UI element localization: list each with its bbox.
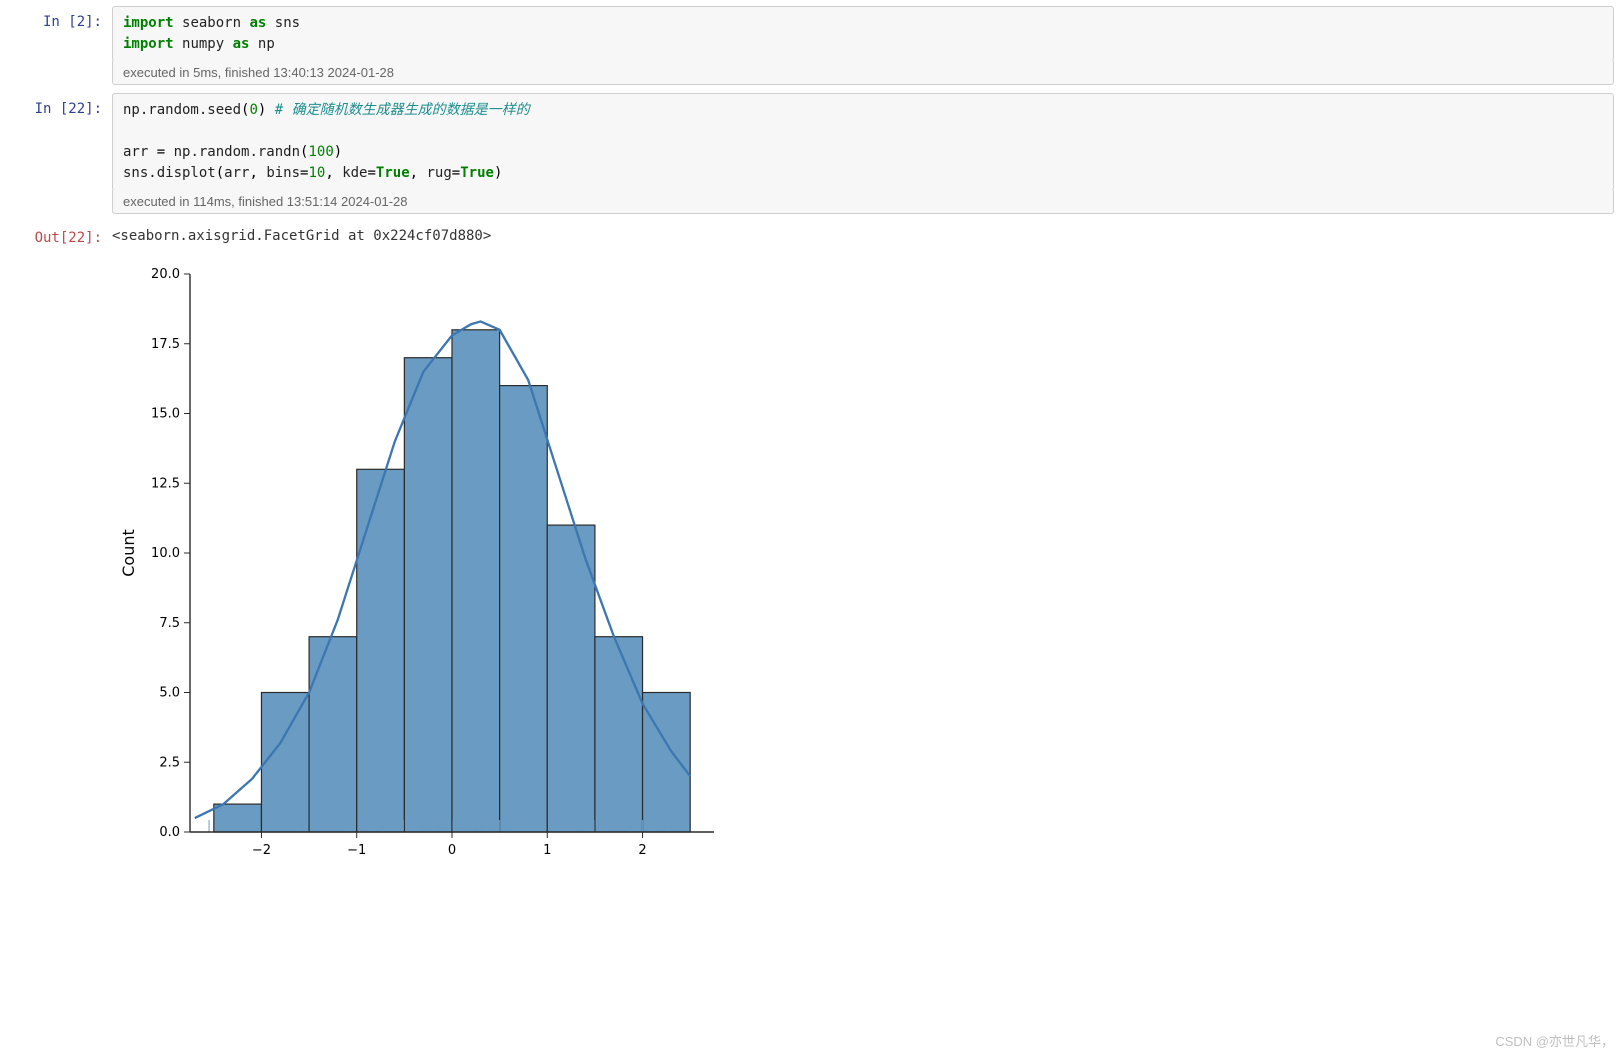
histogram-bar bbox=[452, 330, 500, 832]
histogram-bar bbox=[404, 358, 452, 832]
output-area: <seaborn.axisgrid.FacetGrid at 0x224cf07… bbox=[112, 222, 1614, 884]
histogram-bar bbox=[309, 637, 357, 832]
x-tick-label: 2 bbox=[638, 843, 646, 858]
y-tick-label: 15.0 bbox=[151, 407, 180, 422]
chart-output: 0.0 2.5 5.0 7.5 10.0 12.5 15.0 17.5 20.0 −2 −1 0 1 2 C… bbox=[112, 250, 1614, 884]
code-input[interactable]: np.random.seed(0) # 确定随机数生成器生成的数据是一样的 ar… bbox=[112, 93, 1614, 191]
y-tick-label: 12.5 bbox=[151, 476, 180, 491]
histogram-bar bbox=[214, 804, 262, 832]
y-tick-label: 7.5 bbox=[159, 616, 180, 631]
y-tick-label: 17.5 bbox=[151, 337, 180, 352]
input-prompt: In [2]: bbox=[10, 6, 112, 85]
rich-output-text: <seaborn.axisgrid.FacetGrid at 0x224cf07… bbox=[112, 222, 1614, 250]
x-tick-label: −1 bbox=[347, 843, 366, 858]
histogram-bar bbox=[357, 469, 405, 832]
notebook: In [2]: import seaborn as sns import num… bbox=[0, 0, 1624, 932]
execution-status: executed in 114ms, finished 13:51:14 202… bbox=[112, 190, 1614, 214]
code-cell: In [2]: import seaborn as sns import num… bbox=[10, 6, 1614, 85]
x-tick-label: 0 bbox=[448, 843, 456, 858]
cell-area: np.random.seed(0) # 确定随机数生成器生成的数据是一样的 ar… bbox=[112, 93, 1614, 214]
watermark: CSDN @亦世凡华， bbox=[1495, 1031, 1614, 1050]
displot-svg: 0.0 2.5 5.0 7.5 10.0 12.5 15.0 17.5 20.0 −2 −1 0 1 2 C… bbox=[112, 260, 732, 880]
y-axis-label: Count bbox=[119, 529, 138, 577]
output-prompt: Out[22]: bbox=[10, 222, 112, 884]
y-tick-label: 2.5 bbox=[159, 755, 180, 770]
output-cell: Out[22]: <seaborn.axisgrid.FacetGrid at … bbox=[10, 222, 1614, 884]
execution-status: executed in 5ms, finished 13:40:13 2024-… bbox=[112, 61, 1614, 85]
y-tick-label: 5.0 bbox=[159, 686, 180, 701]
y-tick-label: 0.0 bbox=[159, 825, 180, 840]
histogram-bar bbox=[500, 386, 548, 832]
input-prompt: In [22]: bbox=[10, 93, 112, 214]
histogram-bar bbox=[261, 693, 309, 833]
cell-area: import seaborn as sns import numpy as np… bbox=[112, 6, 1614, 85]
code-input[interactable]: import seaborn as sns import numpy as np bbox=[112, 6, 1614, 62]
code-cell: In [22]: np.random.seed(0) # 确定随机数生成器生成的… bbox=[10, 93, 1614, 214]
x-tick-label: 1 bbox=[543, 843, 551, 858]
histogram-bar bbox=[595, 637, 643, 832]
histogram-bar bbox=[547, 525, 595, 832]
y-tick-label: 20.0 bbox=[151, 267, 180, 282]
x-tick-label: −2 bbox=[252, 843, 271, 858]
y-tick-label: 10.0 bbox=[151, 546, 180, 561]
